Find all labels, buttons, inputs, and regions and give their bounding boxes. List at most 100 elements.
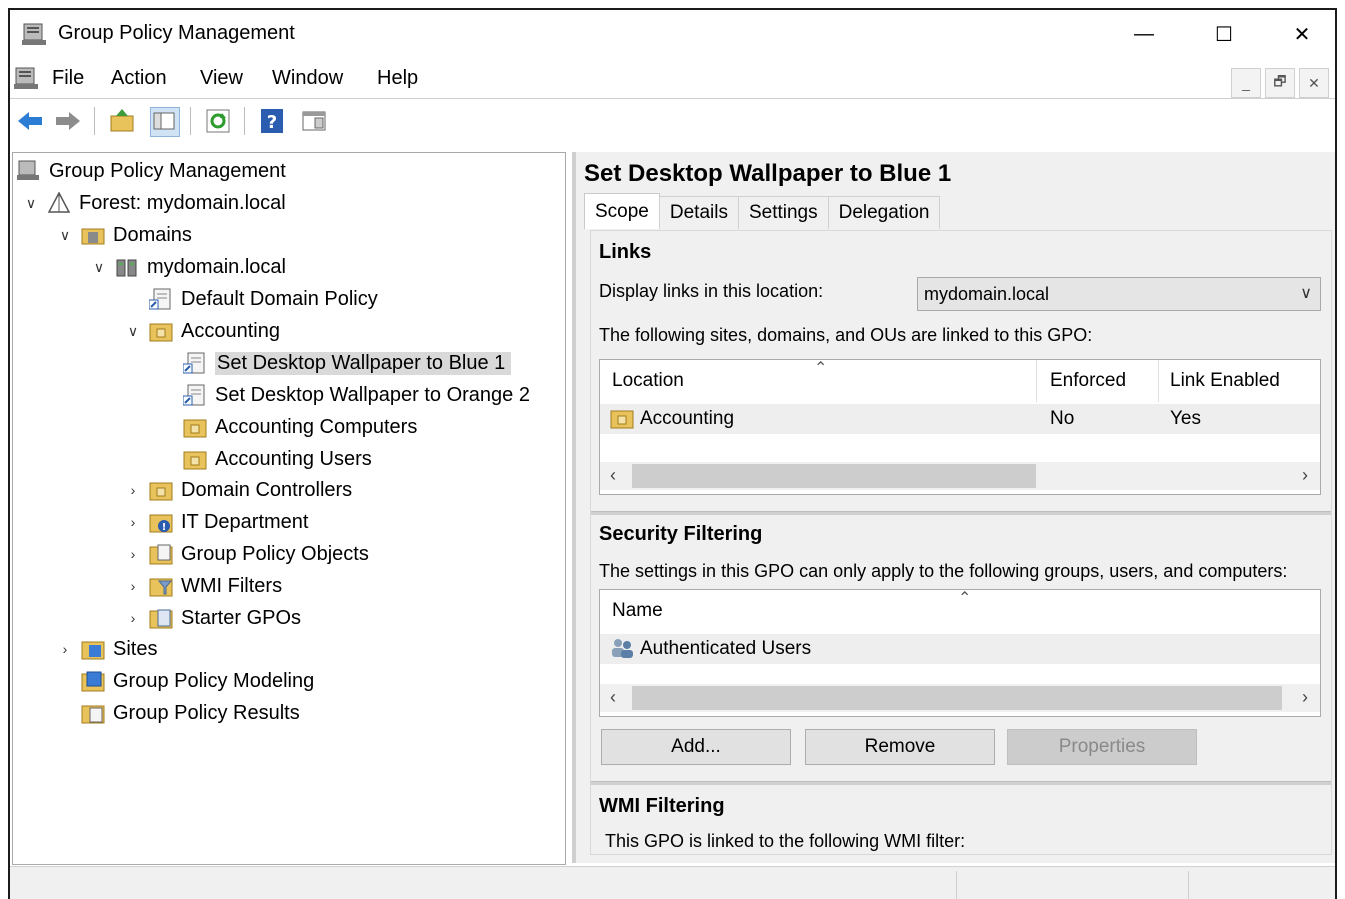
starter-gpo-icon bbox=[149, 607, 173, 629]
security-buttons: Add... Remove Properties bbox=[599, 729, 1329, 765]
tree-item-domains[interactable]: ∨ Domains bbox=[55, 221, 192, 249]
tab-scope[interactable]: Scope bbox=[584, 193, 660, 229]
column-enforced[interactable]: Enforced bbox=[1050, 370, 1126, 392]
chevron-down-icon[interactable]: ∨ bbox=[21, 195, 41, 212]
chevron-down-icon[interactable]: ∨ bbox=[55, 227, 75, 244]
menu-help[interactable]: Help bbox=[377, 67, 418, 90]
scroll-left-icon[interactable]: ‹ bbox=[610, 465, 616, 486]
ou-folder-icon bbox=[183, 448, 207, 470]
tree-item-group-policy-objects[interactable]: › Group Policy Objects bbox=[123, 540, 369, 568]
chevron-right-icon[interactable]: › bbox=[123, 546, 143, 562]
column-location[interactable]: Location bbox=[612, 370, 684, 392]
column-link-enabled[interactable]: Link Enabled bbox=[1170, 370, 1280, 392]
chevron-right-icon[interactable]: › bbox=[123, 482, 143, 498]
menu-view[interactable]: View bbox=[200, 67, 243, 90]
app-window: Group Policy Management — ☐ ✕ File Actio… bbox=[8, 8, 1337, 899]
menu-action[interactable]: Action bbox=[111, 67, 167, 90]
tree-item-it-department[interactable]: › ! IT Department bbox=[123, 508, 309, 536]
maximize-button[interactable]: ☐ bbox=[1198, 16, 1250, 52]
security-horizontal-scrollbar[interactable]: ‹ › bbox=[600, 684, 1320, 712]
tree-item-accounting-computers[interactable]: Accounting Computers bbox=[177, 413, 417, 441]
show-hide-tree-icon[interactable] bbox=[150, 107, 180, 137]
chevron-right-icon[interactable]: › bbox=[123, 578, 143, 594]
links-horizontal-scrollbar[interactable]: ‹ › bbox=[600, 462, 1320, 490]
tree-item-default-domain-policy[interactable]: Default Domain Policy bbox=[143, 285, 378, 313]
section-divider[interactable] bbox=[591, 511, 1331, 515]
tree-item-label: Domain Controllers bbox=[181, 478, 353, 501]
up-folder-icon[interactable] bbox=[108, 107, 136, 135]
mdi-close-button[interactable]: ✕ bbox=[1299, 68, 1329, 98]
column-name[interactable]: Name bbox=[612, 600, 663, 622]
mdi-minimize-button[interactable]: _ bbox=[1231, 68, 1261, 98]
add-button[interactable]: Add... bbox=[601, 729, 791, 765]
tab-delegation[interactable]: Delegation bbox=[827, 196, 941, 229]
remove-button[interactable]: Remove bbox=[805, 729, 995, 765]
chevron-down-icon: ∨ bbox=[1300, 285, 1312, 302]
tree-item-group-policy-results[interactable]: Group Policy Results bbox=[75, 699, 300, 727]
chevron-down-icon[interactable]: ∨ bbox=[123, 323, 143, 340]
mdi-restore-button[interactable]: 🗗 bbox=[1265, 68, 1295, 98]
tree-item-domain-controllers[interactable]: › Domain Controllers bbox=[123, 476, 352, 504]
tree-item-mydomain[interactable]: ∨ mydomain.local bbox=[89, 253, 286, 281]
gpo-container-icon bbox=[149, 543, 173, 565]
scroll-thumb[interactable] bbox=[632, 686, 1282, 710]
security-table: ⌃ Name Authenticated Users ‹ › bbox=[599, 589, 1321, 717]
chevron-right-icon[interactable]: › bbox=[55, 641, 75, 657]
tree-item-starter-gpos[interactable]: › Starter GPOs bbox=[123, 604, 301, 632]
tree-item-sites[interactable]: › Sites bbox=[55, 635, 157, 663]
system-menu-icon[interactable] bbox=[14, 66, 40, 95]
tree-item-label: Set Desktop Wallpaper to Orange 2 bbox=[215, 383, 530, 406]
table-row[interactable]: Accounting No Yes bbox=[600, 404, 1320, 434]
security-table-header: ⌃ Name bbox=[600, 590, 1320, 632]
menu-window[interactable]: Window bbox=[272, 67, 343, 90]
tree-item-wallpaper-blue[interactable]: Set Desktop Wallpaper to Blue 1 bbox=[177, 349, 512, 377]
tree-item-wmi-filters[interactable]: › WMI Filters bbox=[123, 572, 282, 600]
cell-location: Accounting bbox=[640, 408, 735, 429]
menu-bar: File Action View Window Help _ 🗗 ✕ bbox=[10, 58, 1335, 98]
scroll-left-icon[interactable]: ‹ bbox=[610, 687, 616, 708]
chevron-down-icon[interactable]: ∨ bbox=[89, 259, 109, 276]
links-table-header: ⌃ Location Enforced Link Enabled bbox=[600, 360, 1320, 402]
column-divider[interactable] bbox=[1158, 360, 1159, 402]
tree-item-forest[interactable]: ∨ Forest: mydomain.local bbox=[21, 189, 286, 217]
location-dropdown[interactable]: mydomain.local ∨ bbox=[917, 277, 1321, 311]
tree-item-label: WMI Filters bbox=[181, 574, 283, 597]
close-button[interactable]: ✕ bbox=[1276, 16, 1328, 52]
tree-item-accounting-users[interactable]: Accounting Users bbox=[177, 445, 372, 473]
tree-item-label: Domains bbox=[113, 223, 192, 246]
tree-item-group-policy-modeling[interactable]: Group Policy Modeling bbox=[75, 667, 314, 695]
tree-item-label: Group Policy Results bbox=[113, 701, 300, 724]
links-heading: Links bbox=[599, 241, 652, 263]
menu-file[interactable]: File bbox=[52, 67, 84, 90]
scroll-right-icon[interactable]: › bbox=[1302, 687, 1308, 708]
section-divider[interactable] bbox=[591, 781, 1331, 785]
tab-details[interactable]: Details bbox=[658, 196, 739, 229]
column-divider[interactable] bbox=[1036, 360, 1037, 402]
tree-item-accounting[interactable]: ∨ Accounting bbox=[123, 317, 280, 345]
help-icon[interactable]: ? bbox=[258, 107, 286, 135]
table-row[interactable]: Authenticated Users bbox=[600, 634, 1320, 664]
tree-item-label: Accounting Users bbox=[215, 447, 372, 470]
scroll-right-icon[interactable]: › bbox=[1302, 465, 1308, 486]
tab-settings[interactable]: Settings bbox=[737, 196, 829, 229]
mdi-controls: _ 🗗 ✕ bbox=[1227, 68, 1329, 98]
gpo-link-icon bbox=[148, 288, 173, 310]
tree-item-root[interactable]: Group Policy Management bbox=[17, 157, 286, 185]
results-icon bbox=[81, 702, 105, 724]
refresh-icon[interactable] bbox=[204, 107, 232, 135]
scroll-thumb[interactable] bbox=[632, 464, 1036, 488]
chevron-right-icon[interactable]: › bbox=[123, 610, 143, 626]
ou-folder-icon bbox=[610, 407, 634, 435]
chevron-right-icon[interactable]: › bbox=[123, 514, 143, 530]
gpmc-app-icon bbox=[22, 22, 48, 51]
properties-button[interactable]: Properties bbox=[1007, 729, 1197, 765]
tree-item-label: IT Department bbox=[181, 510, 309, 533]
properties-pane-icon[interactable] bbox=[300, 107, 328, 135]
back-arrow-icon[interactable] bbox=[16, 107, 44, 135]
minimize-button[interactable]: — bbox=[1118, 16, 1170, 52]
gpo-link-icon bbox=[182, 352, 207, 374]
forward-arrow-icon[interactable] bbox=[54, 107, 82, 135]
links-description: The following sites, domains, and OUs ar… bbox=[599, 325, 1093, 345]
tree-item-wallpaper-orange[interactable]: Set Desktop Wallpaper to Orange 2 bbox=[177, 381, 530, 409]
wmi-filtering-description: This GPO is linked to the following WMI … bbox=[605, 831, 966, 851]
